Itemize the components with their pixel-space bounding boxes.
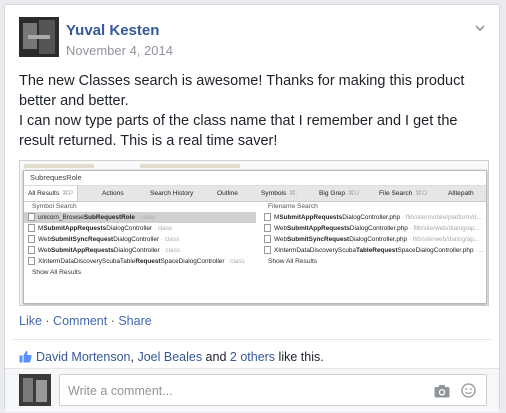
file-icon <box>28 235 35 244</box>
tab-outline: Outline <box>217 190 238 197</box>
separator: · <box>41 314 54 328</box>
comment-input[interactable] <box>60 375 410 407</box>
list-item: XIntermDataDiscoveryScubaTableRequestSpa… <box>260 245 486 256</box>
list-item: unicorn_BrowseSubRequestRole · class <box>24 212 256 223</box>
search-input: SubrequesRole <box>24 171 486 186</box>
author-name[interactable]: Yuval Kesten <box>66 22 159 39</box>
file-results: Filename Search MSubmitAppRequestsDialog… <box>260 201 486 267</box>
thumbs-up-icon <box>19 350 32 363</box>
file-show-all: Show All Results <box>268 258 318 265</box>
post-text: The new Classes search is awesome! Thank… <box>19 71 489 151</box>
comment-link[interactable]: Comment <box>53 314 107 328</box>
search-tabs: All Results ⌘P Actions Search History Out… <box>24 186 486 202</box>
file-icon <box>264 224 271 233</box>
file-icon <box>264 213 271 222</box>
likes-others-link[interactable]: 2 others <box>230 350 275 364</box>
file-icon <box>264 235 271 244</box>
comment-bar <box>5 368 499 412</box>
symbol-show-all: Show All Results <box>32 269 82 276</box>
post-actions: Like · Comment · Share <box>19 314 152 328</box>
emoji-icon[interactable] <box>461 383 476 398</box>
share-link[interactable]: Share <box>118 314 151 328</box>
filename-search-header: Filename Search <box>268 203 318 210</box>
chevron-down-icon[interactable] <box>473 21 487 35</box>
post-card: Yuval Kesten November 4, 2014 The new Cl… <box>4 4 500 412</box>
symbol-results: Symbol Search unicorn_BrowseSubRequestRo… <box>24 201 256 278</box>
liker-name[interactable]: Joel Beales <box>137 350 202 364</box>
author-avatar[interactable] <box>19 17 59 57</box>
list-item: WebSubmitAppRequestsDialogController · c… <box>24 245 256 256</box>
tab-alltepath: Alltepath <box>448 190 474 197</box>
liker-name[interactable]: David Mortenson <box>36 350 131 364</box>
file-icon <box>264 246 271 255</box>
divider <box>13 339 491 340</box>
file-icon <box>28 246 35 255</box>
tab-actions: Actions <box>102 190 124 197</box>
current-user-avatar[interactable] <box>19 374 51 406</box>
tab-search-history: Search History <box>150 190 194 197</box>
camera-icon[interactable] <box>434 384 450 398</box>
list-item: WebSubmitSyncRequestDialogController.php… <box>260 234 486 245</box>
file-icon <box>28 224 35 233</box>
list-item: WebSubmitAppRequestsDialogController.php… <box>260 223 486 234</box>
separator: · <box>107 314 119 328</box>
likes-summary: David Mortenson, Joel Beales and 2 other… <box>19 350 324 364</box>
tab-symbols: Symbols ⌘; <box>261 190 298 197</box>
comment-field[interactable] <box>59 374 487 407</box>
post-text-line-1: The new Classes search is awesome! Thank… <box>19 73 465 109</box>
list-item: XIntermDataDiscoveryScubaTableRequestSpa… <box>24 256 256 267</box>
tab-all-results: All Results ⌘P <box>24 186 79 201</box>
tab-big-grep: Big Grep ⌘U <box>319 190 360 197</box>
search-dialog: SubrequesRole All Results ⌘P Actions Sear… <box>23 170 487 304</box>
post-text-line-2: I can now type parts of the class name t… <box>19 113 458 149</box>
list-item: WebSubmitSyncRequestDialogController · c… <box>24 234 256 245</box>
symbol-search-header: Symbol Search <box>32 203 77 210</box>
post-date[interactable]: November 4, 2014 <box>66 43 173 58</box>
like-link[interactable]: Like <box>19 314 42 328</box>
file-icon <box>28 257 35 266</box>
file-icon <box>28 213 35 222</box>
tab-file-search: File Search ⌘O <box>379 190 428 197</box>
list-item: MSubmitAppRequestsDialogController.php ·… <box>260 212 486 223</box>
list-item: MSubmitAppRequestsDialogController · cla… <box>24 223 256 234</box>
attached-screenshot[interactable]: SubrequesRole All Results ⌘P Actions Sear… <box>19 160 489 306</box>
